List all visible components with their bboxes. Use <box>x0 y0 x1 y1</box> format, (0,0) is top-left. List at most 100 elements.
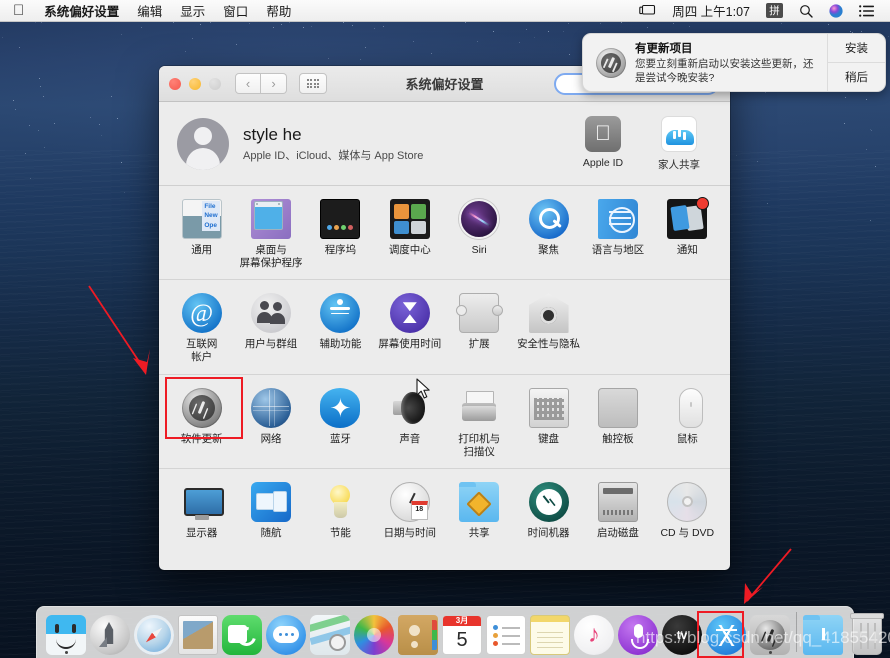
dock-item-safari[interactable] <box>132 609 176 655</box>
show-all-button[interactable] <box>299 73 327 94</box>
pref-item-network[interactable]: 网络 <box>236 386 305 459</box>
pref-item-energy-saver[interactable]: 节能 <box>306 480 375 540</box>
menu-item-help[interactable]: 帮助 <box>257 0 300 21</box>
pref-item-keyboard[interactable]: 键盘 <box>514 386 583 459</box>
system-preferences-icon <box>750 615 790 655</box>
dock-item-notes[interactable] <box>528 609 572 655</box>
forward-button[interactable]: › <box>261 73 287 94</box>
siri-icon[interactable] <box>821 3 851 18</box>
finder-icon <box>46 615 86 655</box>
pref-item-startup-disk[interactable]: 启动磁盘 <box>583 480 652 540</box>
desktop-screensaver-icon <box>251 199 292 239</box>
pref-row: 软件更新 网络 ✦ 蓝牙 声音 打印机与 扫描仪 键盘 触控板 鼠标 <box>159 375 730 469</box>
dock-item-podcasts[interactable] <box>616 609 660 655</box>
dock-item-downloads-folder[interactable] <box>801 609 845 655</box>
apple-id-button[interactable]:  Apple ID <box>576 115 630 172</box>
dock-item-photos[interactable] <box>352 609 396 655</box>
pref-row: 显示器 随航 节能 日期与时间 共享 时间机器 启动磁盘 CD 与 DVD <box>159 469 730 549</box>
pref-item-dock[interactable]: 程序坞 <box>306 197 375 270</box>
pref-item-users-groups[interactable]: 用户与群组 <box>236 291 305 364</box>
downloads-folder-icon <box>803 615 843 655</box>
pref-item-displays[interactable]: 显示器 <box>167 480 236 540</box>
pref-item-internet-accounts[interactable]: @ 互联网 帐户 <box>167 291 236 364</box>
pref-item-date-time[interactable]: 日期与时间 <box>375 480 444 540</box>
dock-item-contacts[interactable] <box>396 609 440 655</box>
dock-item-system-preferences[interactable] <box>748 609 792 655</box>
software-update-notification[interactable]: 有更新项目 您要立刻重新启动以安装这些更新，还是尝试今晚安装? 安装 稍后 <box>582 33 886 92</box>
pref-item-label: 打印机与 扫描仪 <box>458 432 501 458</box>
dock-item-apple-tv[interactable]: tv <box>660 609 704 655</box>
apple-logo-icon[interactable]:  <box>0 0 35 21</box>
dock-item-messages[interactable] <box>264 609 308 655</box>
menu-bar-clock[interactable]: 周四 上午1:07 <box>664 1 758 20</box>
input-method-indicator[interactable]: 拼 <box>758 3 791 18</box>
back-button[interactable]: ‹ <box>235 73 261 94</box>
install-button[interactable]: 安装 <box>828 34 885 62</box>
dock-item-launchpad[interactable] <box>88 609 132 655</box>
pref-item-label: 键盘 <box>538 432 560 445</box>
pref-item-label: 启动磁盘 <box>596 526 639 539</box>
pref-item-printers-scanners[interactable]: 打印机与 扫描仪 <box>445 386 514 459</box>
dock-item-trash[interactable] <box>845 609 889 655</box>
menu-item-window[interactable]: 窗口 <box>214 0 257 21</box>
pref-item-label: 鼠标 <box>676 432 698 445</box>
minimize-button[interactable] <box>189 77 201 90</box>
pref-item-language-region[interactable]: 语言与地区 <box>583 197 652 270</box>
later-button[interactable]: 稍后 <box>828 62 885 91</box>
notification-text: 有更新项目 您要立刻重新启动以安装这些更新，还是尝试今晚安装? <box>635 40 827 86</box>
dock-item-facetime[interactable] <box>220 609 264 655</box>
account-subtitle: Apple ID、iCloud、媒体与 App Store <box>243 149 424 162</box>
close-button[interactable] <box>169 77 181 90</box>
pref-item-desktop-screensaver[interactable]: 桌面与 屏幕保护程序 <box>236 197 305 270</box>
pref-item-sound[interactable]: 声音 <box>375 386 444 459</box>
menu-item-edit[interactable]: 编辑 <box>128 0 171 21</box>
pref-item-label: 屏幕使用时间 <box>378 338 442 351</box>
dock-item-mail[interactable] <box>176 609 220 655</box>
pref-item-label: 触控板 <box>602 432 634 445</box>
pref-item-extensions[interactable]: 扩展 <box>445 291 514 364</box>
menu-item-view[interactable]: 显示 <box>171 0 214 21</box>
pref-item-sidecar[interactable]: 随航 <box>236 480 305 540</box>
pref-item-software-update[interactable]: 软件更新 <box>165 376 243 459</box>
pref-item-notifications[interactable]: 通知 <box>653 197 722 270</box>
pref-item-time-machine[interactable]: 时间机器 <box>514 480 583 540</box>
pref-item-accessibility[interactable]: 辅助功能 <box>306 291 375 364</box>
pref-item-label: 时间机器 <box>527 526 570 539</box>
pref-item-mouse[interactable]: 鼠标 <box>653 386 722 459</box>
reminders-icon <box>486 615 526 655</box>
music-icon: ♪ <box>574 615 614 655</box>
pref-item-bluetooth[interactable]: ✦ 蓝牙 <box>306 386 375 459</box>
traffic-lights <box>159 77 221 90</box>
apple-id-label: Apple ID <box>582 156 624 169</box>
dock-item-music[interactable]: ♪ <box>572 609 616 655</box>
notification-center-icon[interactable] <box>851 4 882 17</box>
pref-item-cd-dvd[interactable]: CD 与 DVD <box>653 480 722 540</box>
dock-separator <box>796 612 797 652</box>
account-buttons:  Apple ID 家人共享 <box>576 115 712 172</box>
dock-running-indicator <box>768 651 772 654</box>
pref-item-label: 聚焦 <box>538 244 560 256</box>
pref-item-trackpad[interactable]: 触控板 <box>583 386 652 459</box>
menu-bar-left:  系统偏好设置 编辑 显示 窗口 帮助 <box>0 0 300 21</box>
pref-item-screen-time[interactable]: 屏幕使用时间 <box>375 291 444 364</box>
pref-item-general[interactable]: 通用 <box>167 197 236 270</box>
pref-item-security-privacy[interactable]: 安全性与隐私 <box>514 291 583 364</box>
screen-mirroring-icon[interactable] <box>631 4 664 17</box>
account-banner[interactable]: style he Apple ID、iCloud、媒体与 App Store … <box>159 102 730 186</box>
pref-item-spotlight[interactable]: 聚焦 <box>514 197 583 270</box>
search-icon[interactable] <box>791 4 821 18</box>
language-region-icon <box>597 199 638 239</box>
pref-item-siri[interactable]: Siri <box>445 197 514 270</box>
pref-item-mission-control[interactable]: 调度中心 <box>375 197 444 270</box>
dock-item-calendar[interactable]: 3月 5 <box>440 609 484 655</box>
siri-icon <box>459 199 500 239</box>
launchpad-icon <box>90 615 130 655</box>
pref-item-sharing[interactable]: 共享 <box>445 480 514 540</box>
dock-item-app-store[interactable] <box>704 609 748 655</box>
dock-item-reminders[interactable] <box>484 609 528 655</box>
zoom-button[interactable] <box>209 77 221 90</box>
family-sharing-button[interactable]: 家人共享 <box>652 115 706 172</box>
dock-item-maps[interactable] <box>308 609 352 655</box>
dock-item-finder[interactable] <box>44 609 88 655</box>
menu-item-app[interactable]: 系统偏好设置 <box>35 0 128 21</box>
